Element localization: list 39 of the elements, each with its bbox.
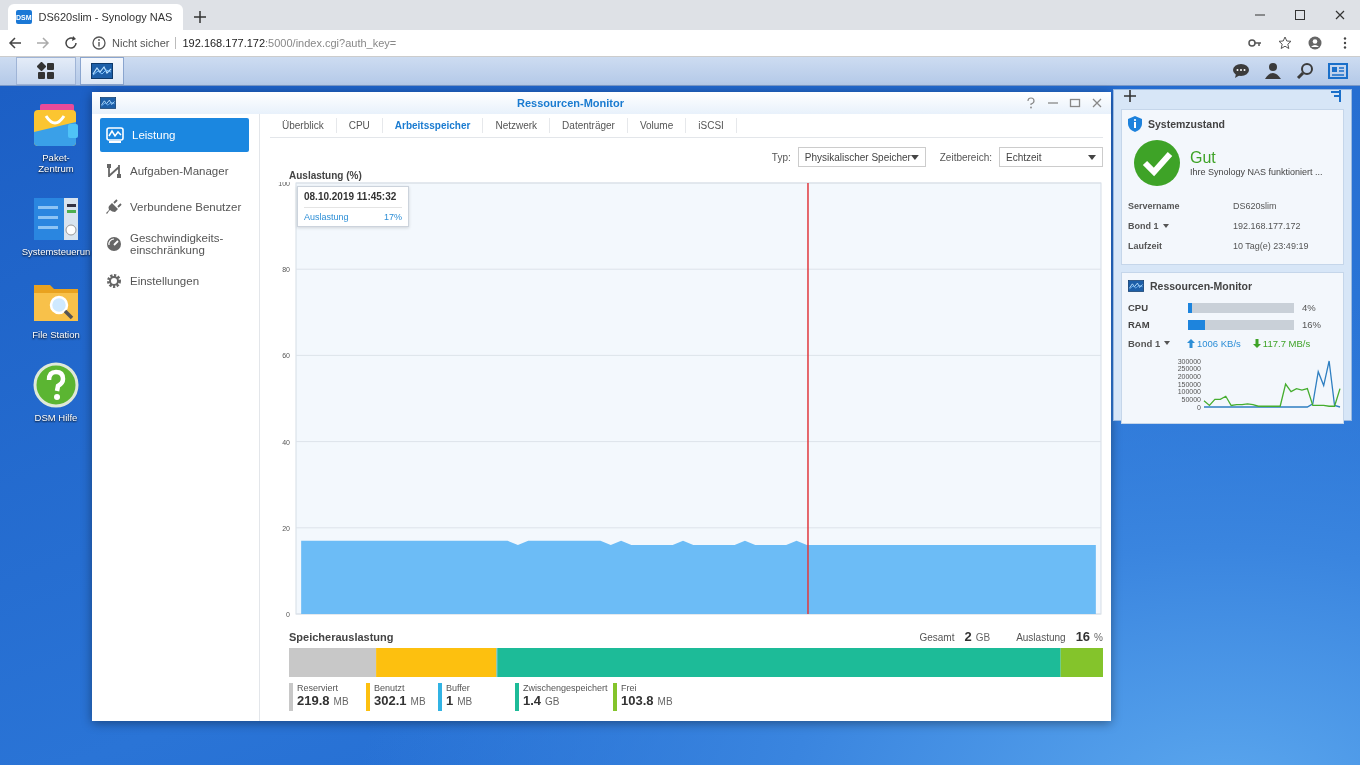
info-label: Servername	[1128, 201, 1180, 211]
tab-title: DS620slim - Synology NAS	[38, 11, 173, 23]
filter-label: Zeitbereich:	[939, 151, 992, 163]
info-value: DS620slim	[1233, 201, 1277, 211]
section-title: Speicherauslastung	[289, 631, 394, 643]
legend-label: Zwischengespeichert	[523, 683, 608, 693]
tooltip-value: 17%	[384, 212, 402, 222]
legend-label: Buffer	[446, 683, 471, 693]
info-value: 10 Tag(e) 23:49:19	[1233, 241, 1309, 251]
legend-label: Reserviert	[297, 683, 339, 693]
legend-value: 103.8 MB	[621, 693, 673, 708]
status-message: Ihre Synology NAS funktioniert ...	[1190, 167, 1323, 177]
legend-label: Frei	[621, 683, 638, 693]
tooltip-time: 08.10.2019 11:45:32	[304, 191, 402, 208]
usage-value: 16 %	[1074, 629, 1103, 644]
legend-value: 219.8 MB	[297, 693, 349, 708]
meter-label: CPU	[1128, 302, 1150, 313]
widget-title: Systemzustand	[1148, 118, 1226, 130]
filter-label: Typ:	[771, 151, 791, 163]
window-title: Ressourcen-Monitor	[516, 97, 625, 109]
meter-reading: 16%	[1302, 319, 1321, 330]
info-value: 192.168.177.172	[1233, 221, 1301, 231]
total-value: 2 GB	[963, 629, 991, 644]
legend-value: 302.1 MB	[374, 693, 426, 708]
legend-label: Benutzt	[374, 683, 406, 693]
meter-reading: 4%	[1302, 302, 1316, 313]
status-text: Gut	[1190, 149, 1217, 167]
meter-label: RAM	[1128, 319, 1151, 330]
upload-rate: 1006 KB/s	[1197, 337, 1241, 349]
chart-title: Auslastung (%)	[289, 170, 363, 182]
widget-title: Ressourcen-Monitor	[1150, 280, 1253, 292]
tooltip-label: Auslastung	[304, 212, 349, 222]
security-label: Nicht sicher	[112, 37, 177, 49]
legend-value: 1 MB	[446, 693, 473, 708]
download-rate: 117.7 MB/s	[1262, 337, 1311, 349]
info-label: Laufzeit	[1128, 241, 1162, 251]
legend-value: 1.4 GB	[523, 693, 561, 708]
total-label: Gesamt	[919, 632, 955, 643]
usage-label: Auslastung	[1016, 632, 1066, 643]
